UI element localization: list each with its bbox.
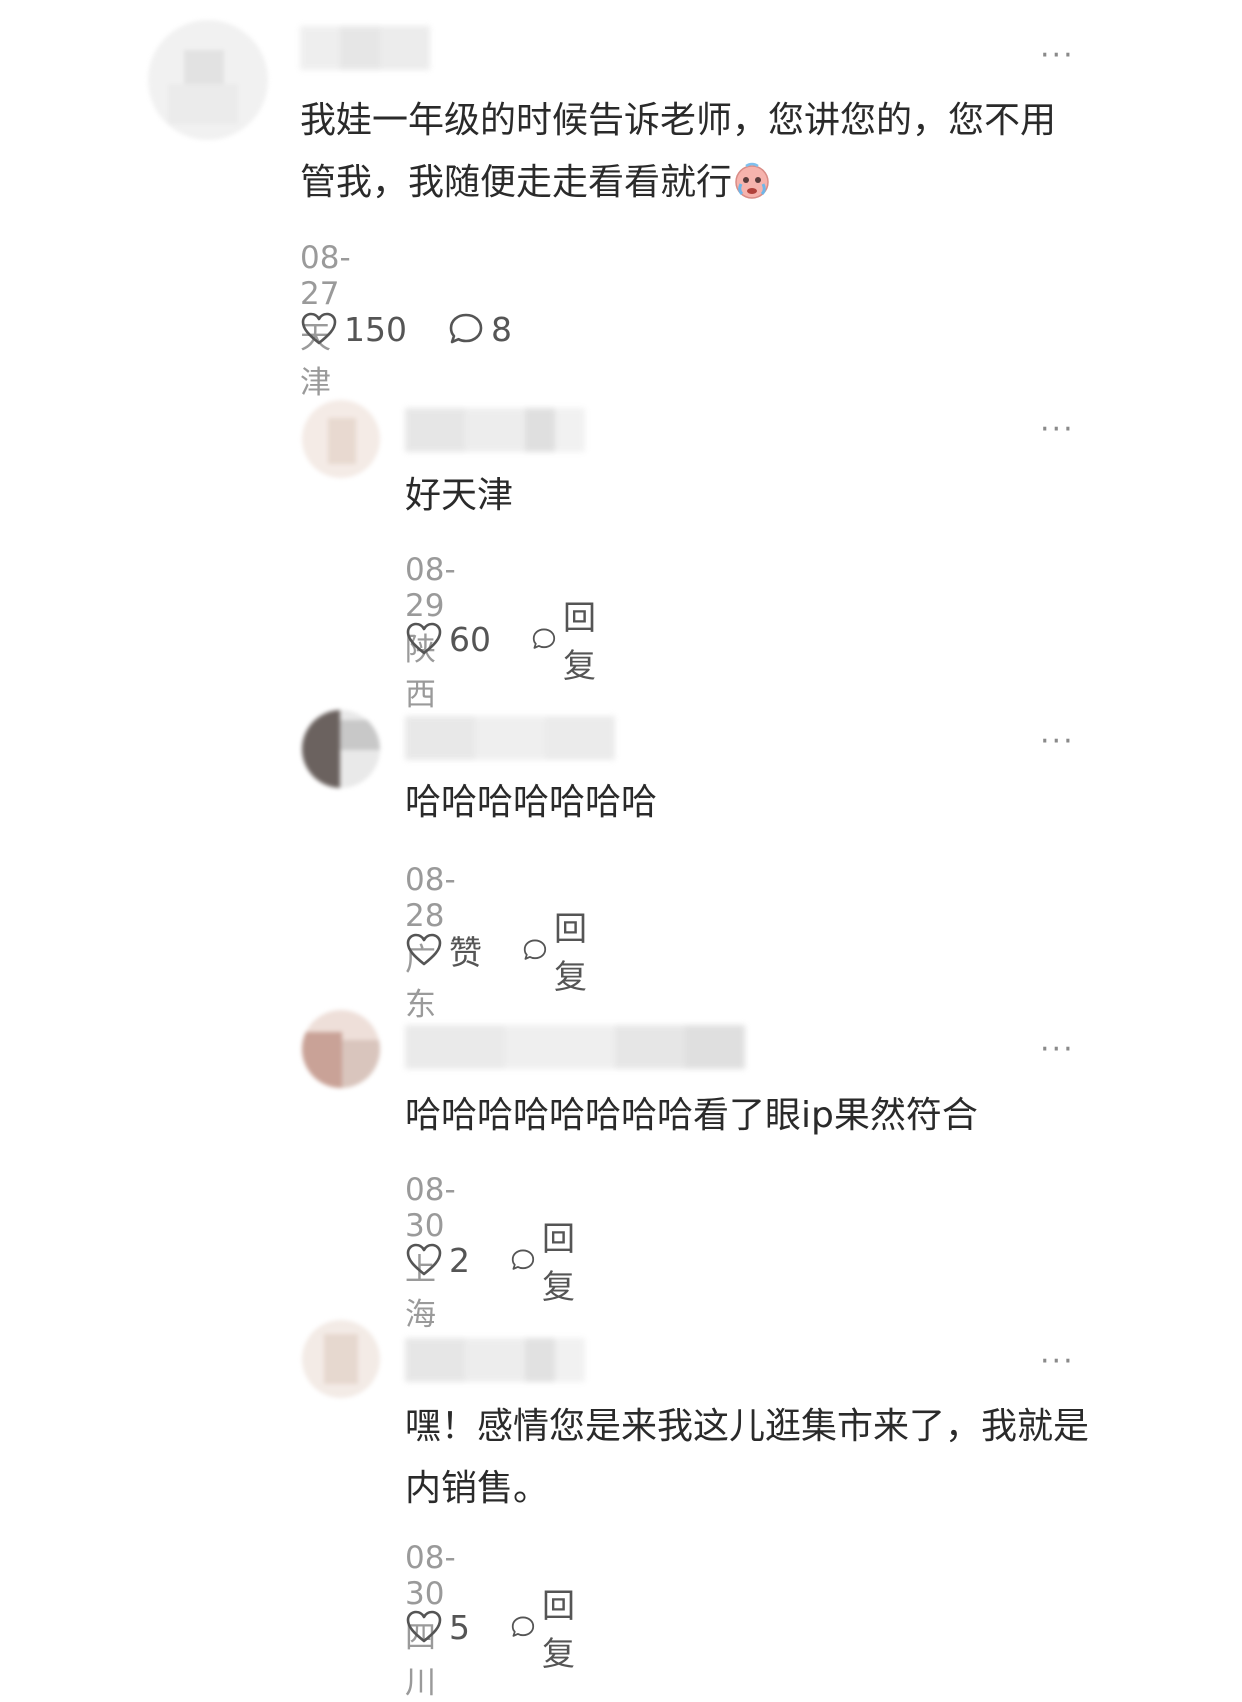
username-blurred[interactable] xyxy=(405,716,615,760)
speech-bubble-icon xyxy=(523,939,547,960)
more-options-button[interactable]: ··· xyxy=(1040,727,1075,757)
avatar[interactable] xyxy=(302,400,380,478)
comment-date: 08-28 xyxy=(405,862,456,934)
reply-button[interactable]: 回复 xyxy=(522,902,599,998)
heart-outline-icon xyxy=(406,933,442,966)
comment-text-content: 嘿！感情您是来我这儿逛集市来了，我就是内销售。 xyxy=(405,1406,1090,1509)
like-label: 赞 xyxy=(449,933,482,972)
reply-button[interactable]: 回复 xyxy=(531,591,608,687)
username-blurred[interactable] xyxy=(300,26,430,70)
avatar[interactable] xyxy=(148,20,268,140)
reply-label: 回复 xyxy=(553,909,587,996)
like-button[interactable]: 60 xyxy=(405,620,491,659)
comment-date: 08-30 xyxy=(405,1540,456,1612)
comment-text-content: 哈哈哈哈哈哈哈哈看了眼ip果然符合 xyxy=(405,1095,978,1136)
comment-text: 好天津 xyxy=(405,465,1105,527)
like-count: 150 xyxy=(344,309,407,349)
reply-label: 回复 xyxy=(562,598,596,685)
comment-date: 08-29 xyxy=(405,552,456,624)
comment-date: 08-30 xyxy=(405,1172,456,1244)
avatar[interactable] xyxy=(302,1320,380,1398)
like-count: 5 xyxy=(449,1607,470,1647)
like-count: 60 xyxy=(449,619,491,659)
comment-actions: 5 回复 xyxy=(405,1586,587,1673)
like-button[interactable]: 5 xyxy=(405,1608,470,1647)
comment-text: 哈哈哈哈哈哈哈 xyxy=(405,772,1105,834)
heart-outline-icon xyxy=(406,622,442,655)
comment-text-content: 哈哈哈哈哈哈哈 xyxy=(405,782,658,823)
reply-label: 回复 xyxy=(541,1586,575,1673)
comment-text-content: 好天津 xyxy=(405,475,514,516)
username-blurred[interactable] xyxy=(405,1025,745,1069)
heart-outline-icon xyxy=(406,1610,442,1643)
comment-button[interactable]: 8 xyxy=(447,310,512,349)
avatar[interactable] xyxy=(302,1010,380,1088)
speech-bubble-icon xyxy=(511,1616,535,1637)
reply-label: 回复 xyxy=(541,1219,575,1306)
username-blurred[interactable] xyxy=(405,408,585,452)
heart-outline-icon xyxy=(406,1243,442,1276)
like-count: 2 xyxy=(449,1240,470,1280)
crying-face-emoji-icon xyxy=(735,162,769,199)
like-button[interactable]: 150 xyxy=(300,310,407,349)
reply-button[interactable]: 回复 xyxy=(510,1212,587,1308)
comment-actions: 2 回复 xyxy=(405,1219,587,1306)
avatar[interactable] xyxy=(302,710,380,788)
more-options-button[interactable]: ··· xyxy=(1040,1347,1075,1377)
username-blurred[interactable] xyxy=(405,1338,585,1382)
comment-text: 嘿！感情您是来我这儿逛集市来了，我就是内销售。 xyxy=(405,1396,1105,1520)
speech-bubble-icon xyxy=(449,313,483,344)
reply-count: 8 xyxy=(491,309,512,349)
more-options-button[interactable]: ··· xyxy=(1040,1035,1075,1065)
comment-text: 我娃一年级的时候告诉老师，您讲您的，您不用管我，我随便走走看看就行 xyxy=(300,90,1080,214)
comment-actions: 赞 回复 xyxy=(405,909,599,996)
speech-bubble-icon xyxy=(532,628,556,649)
reply-button[interactable]: 回复 xyxy=(510,1579,587,1675)
like-button[interactable]: 2 xyxy=(405,1241,470,1280)
comment-text: 哈哈哈哈哈哈哈哈看了眼ip果然符合 xyxy=(405,1085,1125,1147)
more-options-button[interactable]: ··· xyxy=(1040,41,1075,71)
speech-bubble-icon xyxy=(511,1249,535,1270)
heart-outline-icon xyxy=(301,312,337,345)
comment-date: 08-27 xyxy=(300,240,351,312)
comment-actions: 150 8 xyxy=(300,307,512,351)
like-button[interactable]: 赞 xyxy=(405,926,482,974)
comment-text-content: 我娃一年级的时候告诉老师，您讲您的，您不用管我，我随便走走看看就行 xyxy=(300,100,1057,203)
comment-actions: 60 回复 xyxy=(405,598,608,685)
more-options-button[interactable]: ··· xyxy=(1040,415,1075,445)
